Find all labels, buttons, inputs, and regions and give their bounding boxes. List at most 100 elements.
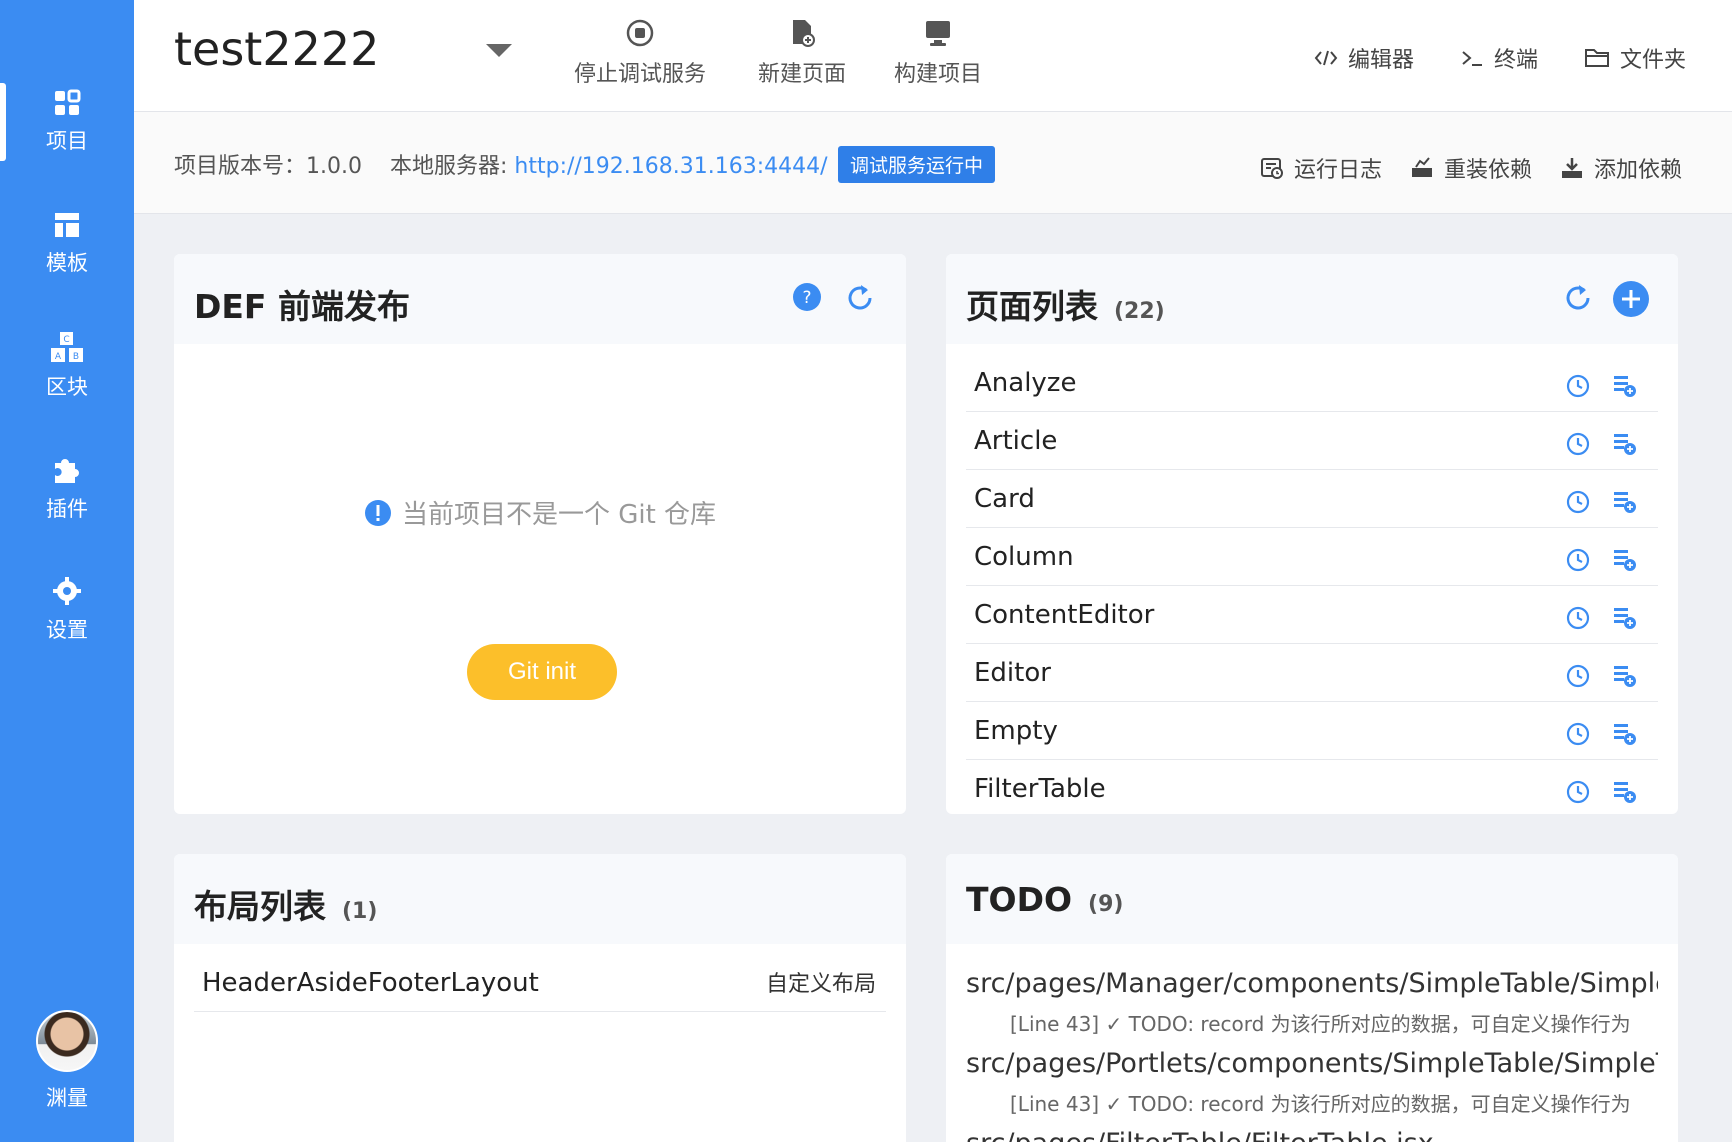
panel-title: 页面列表 (22) <box>966 280 1165 328</box>
sidebar-item-settings[interactable]: 设置 <box>0 560 134 660</box>
add-block-icon[interactable] <box>1612 490 1638 518</box>
info-icon <box>364 499 391 526</box>
log-icon <box>1261 158 1283 179</box>
todo-file[interactable]: src/pages/Manager/components/SimpleTable… <box>966 964 1658 1004</box>
todo-file[interactable]: src/pages/FilterTable/FilterTable.jsx <box>966 1124 1658 1142</box>
folder-label: 文件夹 <box>1620 48 1687 73</box>
git-init-button[interactable]: Git init <box>467 644 617 700</box>
sidebar-item-label: 插件 <box>46 497 88 521</box>
user-name: 渊量 <box>46 1086 88 1110</box>
avatar[interactable] <box>36 1010 98 1072</box>
panel-title: DEF 前端发布 <box>194 287 410 326</box>
run-log-button[interactable]: 运行日志 <box>1260 152 1382 184</box>
add-block-icon[interactable] <box>1612 606 1638 634</box>
refresh-icon[interactable] <box>1562 282 1594 314</box>
todo-panel: TODO (9) src/pages/Manager/components/Sim… <box>946 854 1678 1142</box>
server-url-link[interactable]: http://192.168.31.163:4444/ <box>514 154 827 179</box>
page-list: Analyze Article Card Column ContentEditor Edi… <box>966 354 1658 814</box>
list-item[interactable]: HeaderAsideFooterLayout 自定义布局 <box>194 954 886 1012</box>
history-icon[interactable] <box>1566 606 1590 634</box>
gear-icon <box>53 577 81 605</box>
page-name: ContentEditor <box>974 600 1155 630</box>
build-project-label: 构建项目 <box>894 62 983 87</box>
editor-button[interactable]: 编辑器 <box>1314 42 1414 74</box>
sidebar: 项目 模板 CA B 区块 插件 设置 渊量 <box>0 0 134 1142</box>
new-page-label: 新建页面 <box>758 62 847 87</box>
panel-title-text: TODO <box>966 880 1073 919</box>
history-icon[interactable] <box>1566 432 1590 460</box>
new-page-button[interactable]: 新建页面 <box>758 18 846 88</box>
stop-debug-label: 停止调试服务 <box>574 62 707 87</box>
folder-icon <box>1585 49 1609 67</box>
page-name: Column <box>974 542 1074 572</box>
todo-count: (9) <box>1088 892 1124 917</box>
todo-line[interactable]: [Line 43] ✓ TODO: record 为该行所对应的数据，可自定义操… <box>966 1084 1658 1124</box>
page-name: Article <box>974 426 1058 456</box>
sidebar-item-template[interactable]: 模板 <box>0 194 134 294</box>
dashboard-icon <box>55 89 81 115</box>
layout-name: HeaderAsideFooterLayout <box>202 968 539 998</box>
list-item[interactable]: Analyze <box>966 354 1658 412</box>
status-badge: 调试服务运行中 <box>838 146 996 183</box>
list-item[interactable]: Card <box>966 470 1658 528</box>
sidebar-item-plugins[interactable]: 插件 <box>0 438 134 538</box>
reinstall-deps-button[interactable]: 重装依赖 <box>1410 152 1532 184</box>
terminal-button[interactable]: 终端 <box>1460 42 1538 74</box>
sidebar-item-label: 设置 <box>46 618 88 642</box>
download-icon <box>1562 158 1582 178</box>
terminal-label: 终端 <box>1494 48 1539 73</box>
project-dropdown-icon[interactable] <box>486 44 512 57</box>
add-block-icon[interactable] <box>1612 780 1638 808</box>
add-block-icon[interactable] <box>1612 374 1638 402</box>
run-log-label: 运行日志 <box>1294 158 1383 183</box>
build-icon <box>926 21 950 46</box>
history-icon[interactable] <box>1566 664 1590 692</box>
empty-message: 当前项目不是一个 Git 仓库 <box>174 494 906 531</box>
svg-text:A: A <box>55 352 62 362</box>
add-deps-label: 添加依赖 <box>1594 158 1683 183</box>
history-icon[interactable] <box>1566 490 1590 518</box>
build-project-button[interactable]: 构建项目 <box>894 18 982 88</box>
list-item[interactable]: Editor <box>966 644 1658 702</box>
user-profile[interactable]: 渊量 <box>0 1010 134 1112</box>
help-icon[interactable]: ? <box>792 282 822 312</box>
add-page-icon[interactable] <box>1612 280 1650 318</box>
list-item[interactable]: Empty <box>966 702 1658 760</box>
page-name: Editor <box>974 658 1051 688</box>
sidebar-item-label: 区块 <box>46 375 88 399</box>
page-count: (22) <box>1114 299 1165 324</box>
history-icon[interactable] <box>1566 548 1590 576</box>
todo-file[interactable]: src/pages/Portlets/components/SimpleTabl… <box>966 1044 1658 1084</box>
history-icon[interactable] <box>1566 722 1590 750</box>
terminal-icon <box>1462 51 1482 66</box>
layout-tag: 自定义布局 <box>765 972 876 997</box>
version-value: 1.0.0 <box>306 154 362 179</box>
project-info-bar: 项目版本号：1.0.0 本地服务器: http://192.168.31.163… <box>134 112 1732 214</box>
panel-title: 布局列表 (1) <box>194 880 377 928</box>
history-icon[interactable] <box>1566 780 1590 808</box>
list-item[interactable]: Article <box>966 412 1658 470</box>
todo-line[interactable]: [Line 43] ✓ TODO: record 为该行所对应的数据，可自定义操… <box>966 1004 1658 1044</box>
refresh-icon[interactable] <box>844 282 876 314</box>
folder-button[interactable]: 文件夹 <box>1584 42 1686 74</box>
panel-header: 布局列表 (1) <box>174 854 906 944</box>
list-item[interactable]: FilterTable <box>966 760 1658 814</box>
add-block-icon[interactable] <box>1612 548 1638 576</box>
panel-title-text: 布局列表 <box>194 887 326 926</box>
history-icon[interactable] <box>1566 374 1590 402</box>
code-icon <box>1314 50 1338 66</box>
add-block-icon[interactable] <box>1612 664 1638 692</box>
reinstall-deps-label: 重装依赖 <box>1444 158 1533 183</box>
svg-text:?: ? <box>802 288 811 308</box>
template-icon <box>55 213 79 237</box>
add-deps-button[interactable]: 添加依赖 <box>1560 152 1682 184</box>
reinstall-icon <box>1412 157 1432 177</box>
list-item[interactable]: Column <box>966 528 1658 586</box>
add-block-icon[interactable] <box>1612 722 1638 750</box>
sidebar-item-blocks[interactable]: CA B 区块 <box>0 316 134 416</box>
project-title: test2222 <box>174 22 380 76</box>
stop-debug-button[interactable]: 停止调试服务 <box>574 18 706 88</box>
add-block-icon[interactable] <box>1612 432 1638 460</box>
sidebar-item-project[interactable]: 项目 <box>0 72 134 172</box>
list-item[interactable]: ContentEditor <box>966 586 1658 644</box>
